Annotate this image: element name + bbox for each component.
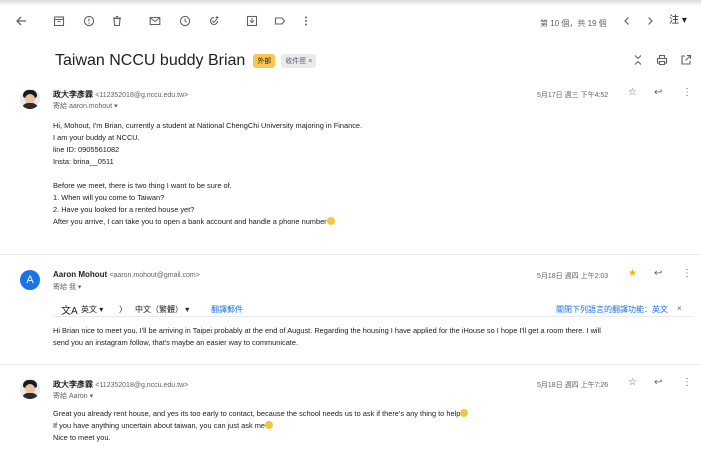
sender-avatar[interactable] (20, 89, 40, 109)
turn-off-translation-link[interactable]: 關閉下列語言的翻譯功能：英文 (556, 304, 668, 315)
body-line-text: After you arrive, I can take you to open… (53, 217, 327, 226)
star-icon[interactable]: ☆ (628, 87, 637, 98)
collapse-all-icon[interactable] (632, 54, 644, 69)
translate-bar: 文A 英文 ▾ 〉 中文（繁體） ▾ 翻譯郵件 關閉下列語言的翻譯功能：英文 × (53, 301, 693, 317)
body-blank-line (53, 168, 362, 180)
body-line-with-emoji: Great you already rent house, and yes it… (53, 408, 469, 420)
add-task-icon[interactable] (207, 14, 221, 28)
sender-line[interactable]: Aaron Mohout <aaron.mohout@gmail.com> (53, 270, 200, 279)
chevron-right-icon[interactable] (643, 14, 657, 28)
external-badge: 外部 (253, 54, 276, 68)
sender-name: 政大李彥霖 (53, 380, 93, 389)
translate-icon: 文A (61, 306, 78, 317)
star-icon[interactable]: ★ (628, 268, 637, 279)
print-icon[interactable] (656, 54, 668, 69)
body-line-with-emoji: After you arrive, I can take you to open… (53, 216, 362, 228)
sender-email: <112352018@g.nccu.edu.tw> (95, 382, 189, 389)
more-options-icon[interactable]: ⋮ (682, 268, 692, 279)
reply-icon[interactable]: ↩ (654, 87, 662, 98)
reply-icon[interactable]: ↩ (654, 268, 662, 279)
translate-message-link[interactable]: 翻譯郵件 (211, 304, 243, 315)
chevron-left-icon[interactable] (620, 14, 634, 28)
more-options-icon[interactable]: ⋮ (682, 377, 692, 388)
sender-avatar[interactable] (20, 379, 40, 399)
recipient-details[interactable]: 寄給 Aaron ▾ (53, 391, 93, 401)
input-tools-dropdown[interactable]: 注 ▾ (664, 14, 692, 28)
back-arrow-icon[interactable] (14, 14, 28, 28)
pager-count: 第 10 個，共 19 個 (540, 19, 607, 28)
archive-icon[interactable] (52, 14, 66, 28)
grin-emoji-icon (460, 409, 469, 417)
chevron-right-icon: 〉 (119, 305, 127, 314)
report-spam-icon[interactable] (82, 14, 96, 28)
body-line-text: Great you already rent house, and yes it… (53, 409, 461, 418)
label-icon[interactable] (273, 14, 287, 28)
star-icon[interactable]: ☆ (628, 377, 637, 388)
body-line: send you an instagram follow, that's may… (53, 338, 299, 347)
move-to-icon[interactable] (245, 14, 259, 28)
message-divider (0, 364, 701, 365)
sender-name: Aaron Mohout (53, 270, 108, 279)
body-line: Insta: brina__0511 (53, 157, 114, 166)
subject-row: Taiwan NCCU buddy Brian 外部 收件匣 × (55, 50, 317, 72)
more-vertical-icon[interactable] (299, 14, 313, 28)
message-body: Hi Brian nice to meet you. I'll be arriv… (53, 325, 601, 349)
source-language-select[interactable]: 英文 ▾ (81, 304, 103, 315)
body-line: Before we meet, there is two thing I wan… (53, 181, 232, 190)
sender-avatar[interactable]: A (20, 270, 40, 290)
target-language-select[interactable]: 中文（繁體） ▾ (135, 304, 189, 315)
close-icon[interactable]: × (677, 304, 682, 313)
message-date: 5月18日 週四 上午2:03 (537, 273, 609, 280)
snooze-icon[interactable] (178, 14, 192, 28)
inbox-label-chip[interactable]: 收件匣 × (281, 54, 317, 68)
message-body: Great you already rent house, and yes it… (53, 408, 469, 444)
message-body: Hi, Mohout, I'm Brian, currently a stude… (53, 120, 362, 228)
sender-line[interactable]: 政大李彥霖 <112352018@g.nccu.edu.tw> (53, 379, 188, 390)
mark-unread-icon[interactable] (148, 14, 162, 28)
body-line-with-emoji: If you have anything uncertain about tai… (53, 420, 468, 432)
body-line-text: If you have anything uncertain about tai… (53, 421, 265, 430)
body-line: Hi Brian nice to meet you. I'll be arriv… (53, 326, 601, 335)
open-new-window-icon[interactable] (680, 54, 692, 69)
body-line: Nice to meet you. (53, 433, 111, 442)
sender-email: <112352018@g.nccu.edu.tw> (95, 92, 189, 99)
body-line: I am your buddy at NCCU. (53, 133, 140, 142)
body-line: Hi, Mohout, I'm Brian, currently a stude… (53, 121, 363, 130)
body-line: line ID: 0905561082 (53, 145, 120, 154)
body-line: 1. When will you come to Taiwan? (53, 193, 165, 202)
body-line: 2. Have you looked for a rented house ye… (53, 205, 195, 214)
email-subject: Taiwan NCCU buddy Brian (55, 52, 246, 69)
message-date: 5月18日 週四 上午7:26 (537, 382, 609, 389)
more-options-icon[interactable]: ⋮ (682, 87, 692, 98)
toolbar: 第 10 個，共 19 個 注 ▾ (0, 8, 701, 36)
recipient-details[interactable]: 寄給 aaron.mohout ▾ (53, 101, 118, 111)
grin-emoji-icon (265, 421, 273, 429)
sender-name: 政大李彥霖 (53, 90, 93, 99)
sender-line[interactable]: 政大李彥霖 <112352018@g.nccu.edu.tw> (53, 89, 188, 100)
window-edge (0, 0, 701, 6)
message-divider (0, 254, 701, 255)
smile-emoji-icon (326, 217, 335, 225)
message-date: 5月17日 週三 下午4:52 (537, 92, 609, 99)
sender-email: <aaron.mohout@gmail.com> (109, 272, 200, 279)
recipient-details[interactable]: 寄給 我 ▾ (53, 282, 81, 292)
reply-icon[interactable]: ↩ (654, 377, 662, 388)
delete-icon[interactable] (110, 14, 124, 28)
